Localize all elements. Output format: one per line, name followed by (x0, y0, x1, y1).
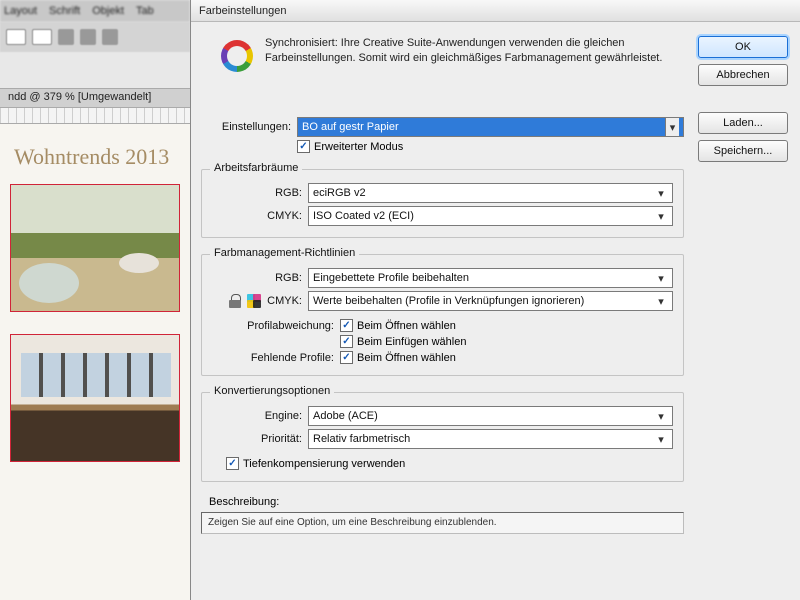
mismatch-paste-label: Beim Einfügen wählen (357, 336, 466, 348)
missing-open-label: Beim Öffnen wählen (357, 352, 456, 364)
save-button[interactable]: Speichern... (698, 140, 788, 162)
depth-compensation-checkbox[interactable] (226, 457, 239, 470)
chevron-down-icon: ▾ (654, 295, 668, 308)
dialog-title: Farbeinstellungen (199, 5, 286, 17)
settings-dropdown[interactable]: BO auf gestr Papier ▾ (297, 117, 684, 137)
image-frame-bathroom[interactable] (10, 184, 180, 312)
extended-mode-label: Erweiterter Modus (314, 141, 403, 153)
description-legend: Beschreibung: (209, 496, 684, 508)
color-settings-dialog: Farbeinstellungen OK Abbrechen Laden... … (190, 0, 800, 600)
rgb-workspace-value: eciRGB v2 (313, 187, 366, 199)
horizontal-ruler (0, 108, 190, 124)
toolbar-icon[interactable] (80, 29, 96, 45)
cmyk-label: CMYK: (212, 210, 308, 222)
extended-mode-checkbox[interactable] (297, 140, 310, 153)
missing-profile-label: Fehlende Profile: (212, 352, 340, 364)
app-menubar[interactable]: Layout Schrift Objekt Tab (0, 0, 190, 22)
mismatch-open-checkbox[interactable] (340, 319, 353, 332)
policy-rgb-dropdown[interactable]: Eingebettete Profile beibehalten ▾ (308, 268, 673, 288)
chevron-down-icon: ▾ (654, 433, 668, 446)
ok-button[interactable]: OK (698, 36, 788, 58)
priority-dropdown[interactable]: Relativ farbmetrisch ▾ (308, 429, 673, 449)
rgb-label: RGB: (212, 187, 308, 199)
engine-label: Engine: (212, 410, 308, 422)
chevron-down-icon: ▾ (654, 410, 668, 423)
policies-legend: Farbmanagement-Richtlinien (210, 247, 359, 259)
sync-status-text: Synchronisiert: Ihre Creative Suite-Anwe… (265, 36, 680, 66)
policies-group: Farbmanagement-Richtlinien RGB: Eingebet… (201, 254, 684, 376)
image-frame-livingroom[interactable] (10, 334, 180, 462)
dialog-titlebar[interactable]: Farbeinstellungen (191, 0, 800, 22)
policy-cmyk-value: Werte beibehalten (Profile in Verknüpfun… (313, 295, 584, 307)
document-canvas: Wohntrends 2013 (0, 124, 190, 600)
cmyk-swatch-icon (247, 294, 261, 308)
workspaces-group: Arbeitsfarbräume RGB: eciRGB v2 ▾ CMYK: … (201, 169, 684, 238)
cmyk-workspace-value: ISO Coated v2 (ECI) (313, 210, 414, 222)
rgb-workspace-dropdown[interactable]: eciRGB v2 ▾ (308, 183, 673, 203)
engine-dropdown[interactable]: Adobe (ACE) ▾ (308, 406, 673, 426)
chevron-down-icon: ▾ (654, 210, 668, 223)
toolbar-field[interactable] (6, 29, 26, 45)
missing-open-checkbox[interactable] (340, 351, 353, 364)
toolbar-icon[interactable] (102, 29, 118, 45)
policy-rgb-label: RGB: (212, 272, 308, 284)
policy-cmyk-dropdown[interactable]: Werte beibehalten (Profile in Verknüpfun… (308, 291, 673, 311)
mismatch-open-label: Beim Öffnen wählen (357, 320, 456, 332)
policy-rgb-value: Eingebettete Profile beibehalten (313, 272, 469, 284)
conversion-legend: Konvertierungsoptionen (210, 385, 334, 397)
cancel-button[interactable]: Abbrechen (698, 64, 788, 86)
menu-layout[interactable]: Layout (4, 5, 37, 17)
app-toolbar (0, 22, 190, 52)
conversion-group: Konvertierungsoptionen Engine: Adobe (AC… (201, 392, 684, 482)
load-button[interactable]: Laden... (698, 112, 788, 134)
cmyk-workspace-dropdown[interactable]: ISO Coated v2 (ECI) ▾ (308, 206, 673, 226)
description-field: Zeigen Sie auf eine Option, um eine Besc… (201, 512, 684, 534)
document-tab[interactable]: ndd @ 379 % [Umgewandelt] (0, 88, 190, 108)
workspaces-legend: Arbeitsfarbräume (210, 162, 302, 174)
chevron-down-icon: ▾ (654, 272, 668, 285)
priority-value: Relativ farbmetrisch (313, 433, 410, 445)
toolbar-field[interactable] (32, 29, 52, 45)
mismatch-paste-checkbox[interactable] (340, 335, 353, 348)
toolbar-icon[interactable] (58, 29, 74, 45)
lock-icon (229, 294, 241, 308)
policy-cmyk-label: CMYK: (267, 295, 302, 307)
depth-compensation-label: Tiefenkompensierung verwenden (243, 458, 405, 470)
chevron-down-icon: ▾ (654, 187, 668, 200)
settings-value: BO auf gestr Papier (302, 121, 399, 133)
engine-value: Adobe (ACE) (313, 410, 378, 422)
menu-tab[interactable]: Tab (136, 5, 154, 17)
priority-label: Priorität: (212, 433, 308, 445)
sync-status-icon (221, 40, 253, 72)
menu-objekt[interactable]: Objekt (92, 5, 124, 17)
menu-schrift[interactable]: Schrift (49, 5, 80, 17)
chevron-down-icon: ▾ (665, 118, 679, 136)
page-heading: Wohntrends 2013 (14, 144, 180, 170)
settings-label: Einstellungen: (201, 121, 297, 133)
profile-mismatch-label: Profilabweichung: (212, 320, 340, 332)
